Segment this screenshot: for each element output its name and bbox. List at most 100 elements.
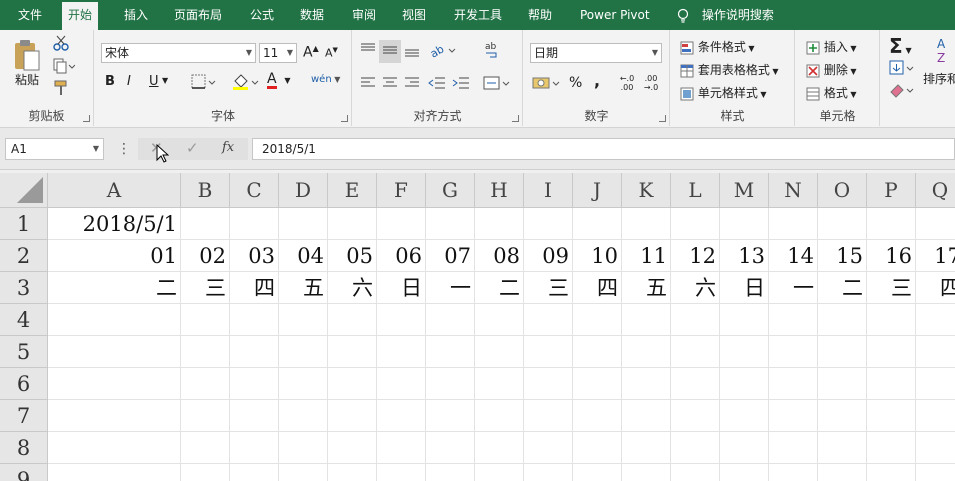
cell-j2[interactable]: 10 (591, 240, 618, 272)
tab-help[interactable]: 帮助 (522, 0, 558, 30)
column-header-h[interactable]: H (475, 173, 524, 208)
clear-button[interactable] (889, 82, 915, 98)
format-as-table-button[interactable]: 套用表格格式 ▼ (680, 61, 779, 78)
underline-button[interactable]: U (149, 74, 159, 89)
tab-home[interactable]: 开始 (62, 2, 99, 30)
font-launcher[interactable] (341, 115, 348, 122)
cell-c2[interactable]: 03 (248, 240, 275, 272)
cell-k3[interactable]: 五 (646, 272, 667, 304)
cell-m3[interactable]: 日 (744, 272, 765, 304)
tab-review[interactable]: 审阅 (346, 0, 382, 30)
column-header-a[interactable]: A (48, 173, 181, 208)
font-size-select[interactable]: 11 ▼ (259, 43, 297, 63)
cell-i2[interactable]: 09 (542, 240, 569, 272)
cell-f2[interactable]: 06 (395, 240, 422, 272)
column-header-o[interactable]: O (818, 173, 867, 208)
formula-input[interactable]: 2018/5/1 (252, 138, 955, 160)
align-left-button[interactable] (359, 76, 377, 93)
cell-l3[interactable]: 六 (695, 272, 716, 304)
tab-insert[interactable]: 插入 (118, 0, 154, 30)
column-header-i[interactable]: I (524, 173, 573, 208)
column-header-f[interactable]: F (377, 173, 426, 208)
increase-indent-button[interactable] (451, 76, 471, 93)
row-header-9[interactable]: 9 (0, 464, 48, 481)
cell-g3[interactable]: 一 (450, 272, 471, 304)
tab-data[interactable]: 数据 (294, 0, 330, 30)
cell-e2[interactable]: 05 (346, 240, 373, 272)
decrease-indent-button[interactable] (427, 76, 447, 93)
cell-f3[interactable]: 日 (401, 272, 422, 304)
autosum-button[interactable]: Σ ▼ (889, 34, 912, 58)
accounting-format-button[interactable] (532, 75, 562, 94)
cell-a2[interactable]: 01 (150, 240, 177, 272)
cell-n3[interactable]: 一 (793, 272, 814, 304)
top-align-button[interactable] (359, 42, 377, 61)
column-header-k[interactable]: K (622, 173, 671, 208)
tab-page-layout[interactable]: 页面布局 (168, 0, 228, 30)
cell-p2[interactable]: 16 (885, 240, 912, 272)
bold-button[interactable]: B (105, 74, 115, 89)
cell-o3[interactable]: 二 (842, 272, 863, 304)
cell-l2[interactable]: 12 (689, 240, 716, 272)
row-header-2[interactable]: 2 (0, 240, 48, 272)
cell-e3[interactable]: 六 (352, 272, 373, 304)
format-painter-button[interactable] (53, 80, 69, 99)
tab-formulas[interactable]: 公式 (244, 0, 280, 30)
conditional-formatting-button[interactable]: 条件格式 ▼ (680, 38, 755, 55)
font-color-button[interactable]: A ▼ (267, 72, 291, 89)
tab-developer[interactable]: 开发工具 (448, 0, 508, 30)
cell-k2[interactable]: 11 (640, 240, 667, 272)
select-all-button[interactable] (0, 173, 48, 208)
cell-d3[interactable]: 五 (303, 272, 324, 304)
column-header-g[interactable]: G (426, 173, 475, 208)
column-header-n[interactable]: N (769, 173, 818, 208)
column-header-b[interactable]: B (181, 173, 230, 208)
italic-button[interactable]: I (127, 74, 131, 89)
copy-button[interactable] (53, 58, 76, 77)
column-header-m[interactable]: M (720, 173, 769, 208)
paste-button[interactable] (12, 38, 42, 75)
alignment-launcher[interactable] (512, 115, 519, 122)
percent-button[interactable]: % (569, 75, 582, 91)
tell-me-search[interactable]: 操作说明搜索 (676, 0, 774, 30)
number-launcher[interactable] (659, 115, 666, 122)
cell-b3[interactable]: 三 (205, 272, 226, 304)
cell-q3[interactable]: 四 (940, 272, 955, 304)
sort-filter-icon[interactable]: AZ (935, 36, 955, 69)
underline-dropdown[interactable]: ▼ (162, 76, 168, 85)
cut-button[interactable] (53, 35, 69, 54)
bottom-align-button[interactable] (403, 42, 421, 61)
column-header-p[interactable]: P (867, 173, 916, 208)
row-header-8[interactable]: 8 (0, 432, 48, 464)
row-header-1[interactable]: 1 (0, 208, 48, 240)
column-header-e[interactable]: E (328, 173, 377, 208)
merge-center-button[interactable] (483, 75, 511, 94)
number-format-select[interactable]: 日期 ▼ (530, 43, 662, 63)
fill-button[interactable] (889, 60, 915, 76)
cell-a3[interactable]: 二 (156, 272, 177, 304)
column-header-j[interactable]: J (573, 173, 622, 208)
comma-style-button[interactable]: , (594, 71, 600, 90)
cell-g2[interactable]: 07 (444, 240, 471, 272)
cell-o2[interactable]: 15 (836, 240, 863, 272)
grow-font-button[interactable]: A▲ (303, 44, 319, 61)
fill-color-button[interactable] (232, 73, 260, 94)
column-header-q[interactable]: Q (916, 173, 955, 208)
cell-h2[interactable]: 08 (493, 240, 520, 272)
cell-h3[interactable]: 二 (499, 272, 520, 304)
cell-c3[interactable]: 四 (254, 272, 275, 304)
column-header-c[interactable]: C (230, 173, 279, 208)
middle-align-button[interactable] (379, 40, 401, 63)
clipboard-launcher[interactable] (83, 115, 90, 122)
cell-d2[interactable]: 04 (297, 240, 324, 272)
font-name-select[interactable]: 宋体 ▼ (101, 43, 256, 63)
cell-n2[interactable]: 14 (787, 240, 814, 272)
row-header-4[interactable]: 4 (0, 304, 48, 336)
tab-power-pivot[interactable]: Power Pivot (574, 0, 656, 30)
cell-b2[interactable]: 02 (199, 240, 226, 272)
decrease-decimal-button[interactable]: .00 →.0 (640, 74, 662, 92)
cell-j3[interactable]: 四 (597, 272, 618, 304)
borders-button[interactable] (191, 74, 217, 93)
orientation-button[interactable]: ab (428, 41, 459, 62)
wrap-text-button[interactable]: ab (483, 40, 501, 63)
